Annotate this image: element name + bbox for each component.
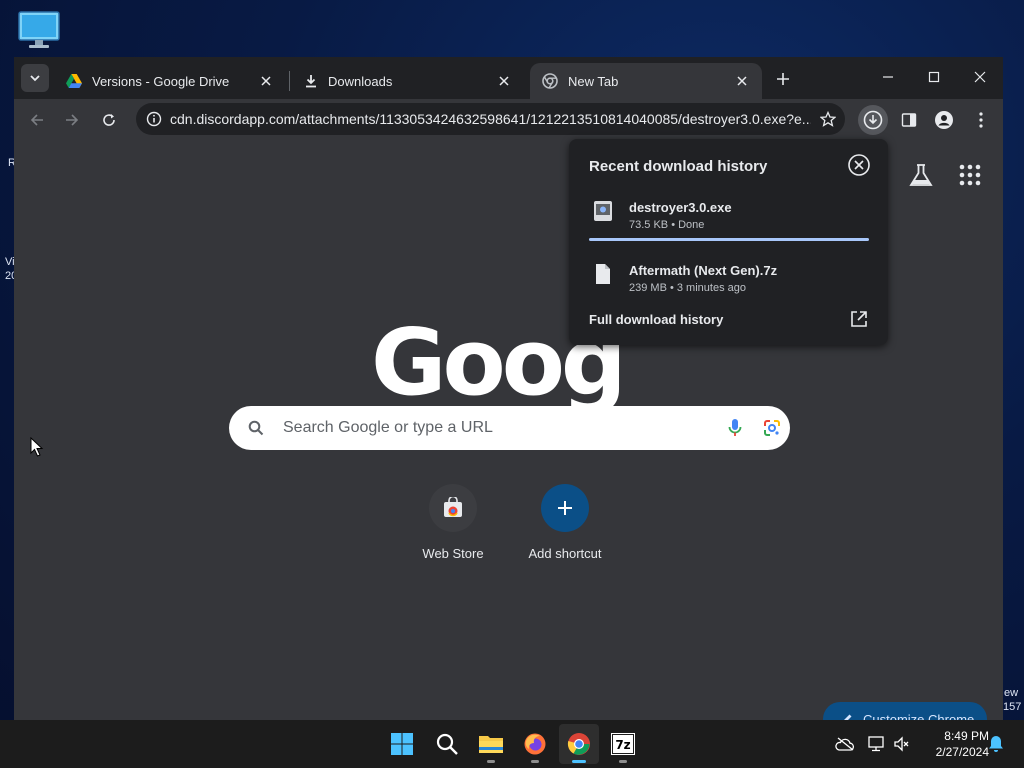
tab-title: New Tab xyxy=(568,73,619,89)
site-info-icon[interactable] xyxy=(138,111,170,127)
taskbar: 7z 8:49 PM 2/27/2024 xyxy=(0,720,1024,768)
file-explorer-icon xyxy=(479,736,503,753)
download-bubble: Recent download history destroyer3.0.exe… xyxy=(569,139,888,345)
tab-separator xyxy=(289,71,290,91)
microphone-icon[interactable] xyxy=(716,418,753,438)
side-panel-button[interactable] xyxy=(894,105,924,135)
reload-button[interactable] xyxy=(96,107,122,133)
minimize-icon xyxy=(883,76,893,78)
more-vert-icon xyxy=(979,112,983,128)
customize-chrome-button[interactable]: Customize Chrome xyxy=(823,702,987,720)
download-filename: Aftermath (Next Gen).7z xyxy=(629,263,778,278)
address-bar[interactable]: cdn.discordapp.com/attachments/113305342… xyxy=(136,103,845,135)
close-window-button[interactable] xyxy=(958,63,1002,91)
download-meta: 73.5 KB • Done xyxy=(629,219,705,231)
chevron-down-icon xyxy=(30,75,40,82)
arrow-left-icon xyxy=(30,114,43,126)
desktop-edge-text: 157 xyxy=(1003,701,1022,713)
shortcut-label: Add shortcut xyxy=(528,546,602,561)
taskbar-firefox[interactable] xyxy=(515,724,555,764)
clock-time: 8:49 PM xyxy=(944,729,989,743)
clock[interactable]: 8:49 PM 2/27/2024 xyxy=(921,728,989,760)
bookmark-star-icon[interactable] xyxy=(811,111,845,127)
side-panel-icon xyxy=(901,113,917,127)
search-input[interactable] xyxy=(283,419,716,437)
web-store-icon xyxy=(429,484,477,532)
menu-button[interactable] xyxy=(966,105,996,135)
search-icon xyxy=(229,420,283,436)
close-icon[interactable] xyxy=(847,153,871,177)
new-tab-button[interactable] xyxy=(772,68,794,90)
chrome-icon xyxy=(567,733,590,755)
shortcut-web-store[interactable]: Web Store xyxy=(403,484,503,561)
exe-file-icon xyxy=(594,201,612,221)
full-download-history-link[interactable]: Full download history xyxy=(589,312,723,327)
tab-title: Downloads xyxy=(328,73,393,89)
download-item[interactable]: Aftermath (Next Gen).7z 239 MB • 3 minut… xyxy=(589,257,869,307)
onedrive-offline-icon[interactable] xyxy=(835,734,855,754)
shortcut-label: Web Store xyxy=(422,546,484,561)
start-icon xyxy=(391,733,413,755)
search-box[interactable] xyxy=(229,406,790,450)
firefox-icon xyxy=(524,733,546,755)
arrow-right-icon xyxy=(66,114,79,126)
tab-search-button[interactable] xyxy=(21,64,49,92)
maximize-button[interactable] xyxy=(912,63,956,91)
svg-text:7z: 7z xyxy=(615,738,630,752)
forward-button[interactable] xyxy=(59,107,85,133)
close-icon xyxy=(974,71,986,83)
tab-google-drive[interactable]: Versions - Google Drive xyxy=(54,63,286,99)
this-pc-desktop-icon[interactable] xyxy=(17,11,61,49)
google-lens-icon[interactable] xyxy=(753,419,790,437)
customize-label: Customize Chrome xyxy=(863,711,975,721)
profile-button[interactable] xyxy=(929,105,959,135)
maximize-icon xyxy=(928,71,940,83)
download-item[interactable]: destroyer3.0.exe 73.5 KB • Done xyxy=(589,194,869,244)
google-apps-icon[interactable] xyxy=(958,163,982,187)
close-icon[interactable] xyxy=(496,73,512,89)
desktop-edge-text: ew xyxy=(1004,687,1019,699)
pencil-icon xyxy=(844,714,852,720)
close-icon[interactable] xyxy=(258,73,274,89)
close-icon[interactable] xyxy=(734,73,750,89)
reload-icon xyxy=(103,114,115,126)
notification-bell-icon[interactable] xyxy=(986,734,1006,754)
open-in-new-icon[interactable] xyxy=(850,310,868,328)
tab-downloads[interactable]: Downloads xyxy=(292,63,524,99)
tab-title: Versions - Google Drive xyxy=(92,73,230,89)
taskbar-search-button[interactable] xyxy=(427,724,467,764)
chrome-labs-icon[interactable] xyxy=(908,163,934,189)
taskbar-file-explorer[interactable] xyxy=(471,724,511,764)
url-text[interactable]: cdn.discordapp.com/attachments/113305342… xyxy=(170,111,811,127)
download-meta: 239 MB • 3 minutes ago xyxy=(629,282,746,294)
shortcut-add[interactable]: Add shortcut xyxy=(515,484,615,561)
network-icon[interactable] xyxy=(866,734,886,754)
plus-icon xyxy=(541,484,589,532)
back-button[interactable] xyxy=(24,107,50,133)
download-circle-icon xyxy=(863,110,883,130)
file-icon xyxy=(596,264,610,284)
taskbar-7zip[interactable]: 7z xyxy=(603,724,643,764)
mouse-cursor-icon xyxy=(30,437,44,457)
7zip-icon: 7z xyxy=(611,733,635,755)
toolbar: cdn.discordapp.com/attachments/113305342… xyxy=(14,99,1003,139)
downloads-button[interactable] xyxy=(858,105,888,135)
download-filename: destroyer3.0.exe xyxy=(629,200,732,215)
tab-new-tab[interactable]: New Tab xyxy=(530,63,762,99)
chrome-icon xyxy=(542,73,558,89)
minimize-button[interactable] xyxy=(866,63,910,91)
volume-muted-icon[interactable] xyxy=(892,734,912,754)
profile-icon xyxy=(935,111,953,129)
download-bubble-title: Recent download history xyxy=(589,158,768,175)
clock-date: 2/27/2024 xyxy=(935,745,989,759)
start-button[interactable] xyxy=(382,724,422,764)
search-icon xyxy=(436,733,458,755)
google-drive-icon xyxy=(66,74,82,88)
download-progress-bar xyxy=(589,238,869,241)
download-icon xyxy=(306,75,316,88)
plus-icon xyxy=(777,73,789,85)
taskbar-chrome[interactable] xyxy=(559,724,599,764)
tab-strip: Versions - Google Drive Downloads New Ta… xyxy=(14,57,1003,99)
